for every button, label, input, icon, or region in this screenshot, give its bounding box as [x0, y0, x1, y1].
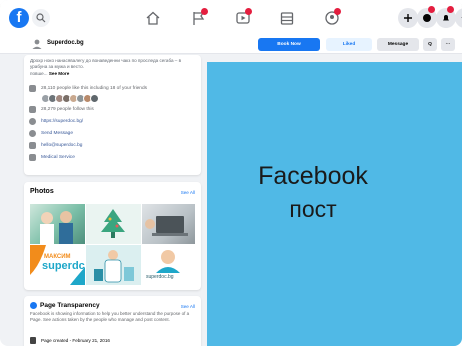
description-text: Дрохр ноко нанасявалегу до вонаведенни ч… — [30, 58, 182, 70]
pages-notification-badge — [201, 8, 208, 15]
account-menu-button[interactable] — [455, 8, 462, 28]
about-description: Дрохр ноко нанасявалегу до вонаведенни ч… — [30, 58, 195, 77]
top-navigation-bar: f — [0, 0, 462, 36]
followers-text: 28,279 people follow this — [41, 107, 94, 112]
messenger-small-icon — [29, 130, 36, 137]
photo-doctor-illustration — [94, 250, 134, 283]
messenger-icon — [423, 14, 431, 22]
transparency-title: Page Transparency — [40, 302, 100, 309]
transparency-see-all-link[interactable]: See All — [181, 304, 195, 309]
photo-thumbnail[interactable] — [30, 204, 85, 244]
category-link[interactable]: Medical Service — [41, 155, 75, 160]
page-header-bar: Superdoc.bg Book Now Liked Message Q ··· — [0, 36, 462, 54]
facebook-post-overlay: Facebook пост — [207, 62, 462, 346]
plus-icon — [404, 14, 412, 22]
photo-laptop-image — [145, 216, 188, 236]
page-avatar-icon[interactable] — [31, 38, 43, 50]
see-more-link[interactable]: See More — [49, 71, 69, 76]
marketplace-icon[interactable] — [279, 10, 295, 26]
photo-thumbnail[interactable]: superdoc.bg — [142, 245, 195, 285]
page-created-text: Page created - February 21, 2016 — [41, 338, 110, 343]
page-created-row: Page created - February 21, 2016 — [30, 337, 190, 345]
flag-icon — [30, 337, 36, 344]
book-now-button[interactable]: Book Now — [258, 38, 320, 51]
about-card: Дрохр ноко нанасявалегу до вонаведенни ч… — [24, 55, 201, 175]
envelope-icon — [29, 142, 36, 149]
send-message-link[interactable]: Send Message — [41, 131, 73, 136]
thumbs-up-icon — [29, 85, 36, 92]
bell-icon — [443, 15, 449, 21]
overlay-title-line2: пост — [289, 196, 337, 222]
brand-main-text: superdc — [42, 260, 85, 272]
messenger-notification-badge — [428, 6, 435, 13]
followers-icon — [29, 106, 36, 113]
info-icon — [30, 302, 37, 309]
photos-card: Photos See All МАКСИМ superdc superdoc.b… — [24, 182, 201, 290]
page-name[interactable]: Superdoc.bg — [47, 40, 84, 46]
watch-notification-badge — [245, 8, 252, 15]
friend-avatar — [90, 94, 99, 103]
followers-row: 28,279 people follow this — [29, 105, 197, 115]
page-transparency-card: Page Transparency See All Facebook is sh… — [24, 296, 201, 346]
photo-thumbnail[interactable]: МАКСИМ superdc — [30, 245, 85, 285]
facebook-page-window: f Superdoc.bg Book Now Liked Message Q ·… — [0, 0, 462, 346]
create-button[interactable] — [398, 8, 418, 28]
category-row: Medical Service — [29, 153, 197, 163]
send-message-row: Send Message — [29, 129, 197, 139]
transparency-description: Facebook is showing information to help … — [30, 311, 190, 322]
photo-tree-graphic — [101, 209, 125, 238]
message-button[interactable]: Message — [377, 38, 419, 51]
globe-icon — [29, 118, 36, 125]
likes-row: 28,110 people like this including 18 of … — [29, 84, 197, 94]
photo-thumbnail[interactable] — [86, 245, 141, 285]
email-row: hello@superdoc.bg — [29, 141, 197, 151]
website-link[interactable]: https://superdoc.bg/ — [41, 119, 83, 124]
photo-people-image — [40, 211, 73, 244]
search-icon — [36, 13, 46, 23]
friends-avatars[interactable] — [41, 94, 141, 104]
photos-title: Photos — [30, 188, 54, 195]
photo-thumbnail[interactable] — [142, 204, 195, 244]
facebook-logo-icon[interactable]: f — [9, 8, 29, 28]
photo-caption: superdoc.bg — [146, 274, 174, 280]
photo-thumbnail[interactable] — [86, 204, 141, 244]
search-button[interactable] — [32, 9, 50, 27]
more-options-button[interactable]: ··· — [441, 38, 455, 51]
description-more-prefix: повше... — [30, 70, 48, 76]
likes-text: 28,110 people like this including 18 of … — [41, 86, 148, 91]
website-row: https://superdoc.bg/ — [29, 117, 197, 127]
photos-see-all-link[interactable]: See All — [181, 190, 195, 195]
email-link[interactable]: hello@superdoc.bg — [41, 143, 82, 148]
overlay-title-line1: Facebook — [258, 162, 368, 190]
home-icon[interactable] — [145, 10, 161, 26]
liked-button[interactable]: Liked — [326, 38, 372, 51]
page-search-button[interactable]: Q — [423, 38, 437, 51]
groups-notification-badge — [334, 8, 341, 15]
tag-icon — [29, 154, 36, 161]
notifications-badge — [447, 6, 454, 13]
